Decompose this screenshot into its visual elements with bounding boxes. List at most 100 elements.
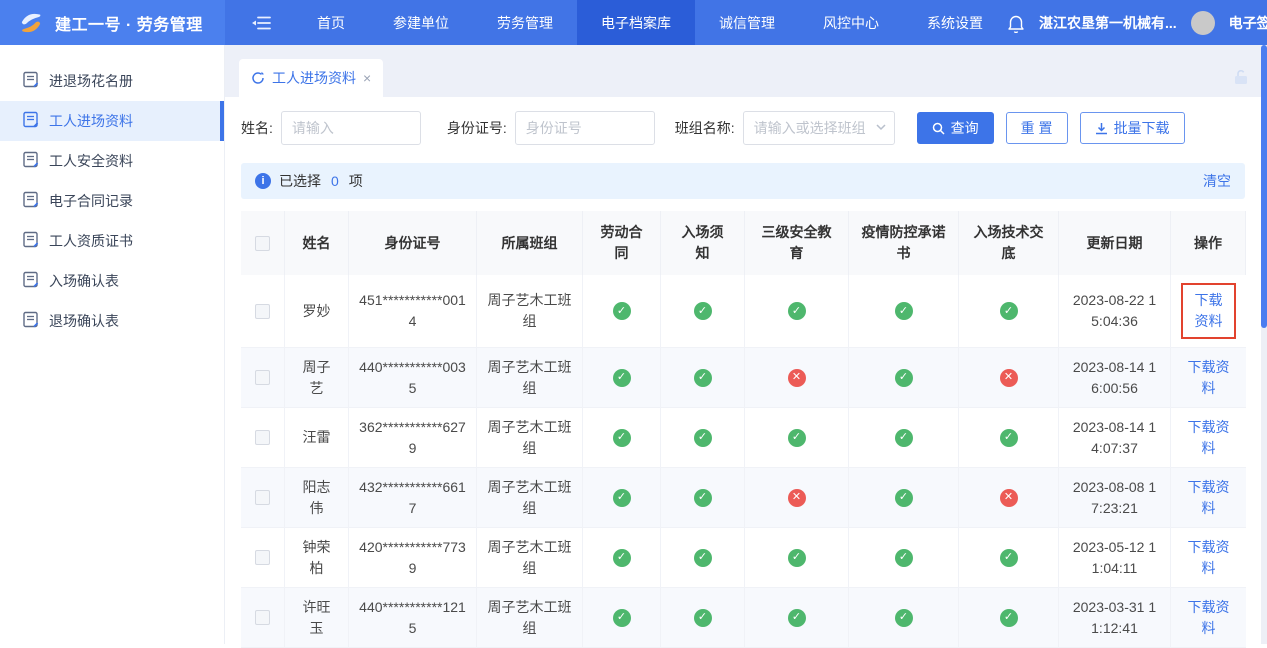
filter-row: 姓名: 身份证号: 班组名称: 查询 重 置 批量下载 <box>241 97 1245 157</box>
id-filter-input[interactable] <box>515 111 655 145</box>
tab-close-icon[interactable]: × <box>363 71 371 85</box>
nav-item-home[interactable]: 首页 <box>293 0 369 45</box>
nav-item-system-settings[interactable]: 系统设置 <box>903 0 1007 45</box>
nav-item-integrity-management[interactable]: 诚信管理 <box>695 0 799 45</box>
download-link[interactable]: 下载资料 <box>1181 597 1236 639</box>
refresh-icon[interactable] <box>251 71 265 85</box>
column-header: 姓名 <box>285 211 349 275</box>
selection-count: 0 <box>331 173 339 189</box>
tab-bar: 工人进场资料 × <box>225 45 1261 97</box>
name-filter-label: 姓名: <box>241 118 273 138</box>
check-icon: ✓ <box>613 489 631 507</box>
document-icon <box>22 111 39 131</box>
status-cell: ✓ <box>745 588 849 648</box>
search-button[interactable]: 查询 <box>917 112 994 144</box>
tab-worker-entry-files[interactable]: 工人进场资料 × <box>239 59 383 97</box>
tab-label: 工人进场资料 <box>272 68 356 88</box>
sidebar-item-entry-confirmation[interactable]: 入场确认表 <box>0 261 224 301</box>
name-cell: 阳志伟 <box>285 468 349 528</box>
menu-fold-icon[interactable] <box>225 0 293 45</box>
reset-button[interactable]: 重 置 <box>1006 112 1068 144</box>
status-cell: ✓ <box>849 408 959 468</box>
status-cell: ✓ <box>583 528 661 588</box>
avatar[interactable] <box>1191 11 1215 35</box>
sidebar-item-worker-certificates[interactable]: 工人资质证书 <box>0 221 224 261</box>
status-cell: ✓ <box>661 528 745 588</box>
sidebar-item-label: 工人资质证书 <box>49 231 133 251</box>
status-cell: ✓ <box>583 588 661 648</box>
name-cell: 汪雷 <box>285 408 349 468</box>
download-link[interactable]: 下载资料 <box>1181 357 1236 399</box>
column-header: 更新日期 <box>1059 211 1171 275</box>
download-link[interactable]: 下载资料 <box>1181 417 1236 459</box>
check-icon: ✓ <box>613 429 631 447</box>
team-select[interactable] <box>743 111 895 145</box>
check-icon: ✓ <box>788 549 806 567</box>
clear-selection-link[interactable]: 清空 <box>1203 171 1231 191</box>
sidebar-item-worker-safety-files[interactable]: 工人安全资料 <box>0 141 224 181</box>
update-date-cell: 2023-05-12 11:04:11 <box>1059 528 1171 588</box>
sidebar-item-entry-exit-roster[interactable]: 进退场花名册 <box>0 61 224 101</box>
row-checkbox[interactable] <box>255 610 270 625</box>
sidebar-item-e-contract-records[interactable]: 电子合同记录 <box>0 181 224 221</box>
id-number-cell: 440***********1215 <box>349 588 477 648</box>
check-icon: ✓ <box>694 369 712 387</box>
cross-icon: ✕ <box>1000 369 1018 387</box>
row-checkbox[interactable] <box>255 430 270 445</box>
status-cell: ✓ <box>745 408 849 468</box>
user-role[interactable]: 电子签分包劳务员 <box>1229 13 1267 33</box>
name-cell: 罗妙 <box>285 275 349 348</box>
row-checkbox[interactable] <box>255 370 270 385</box>
team-cell: 周子艺木工班组 <box>477 348 583 408</box>
nav-item-risk-control-center[interactable]: 风控中心 <box>799 0 903 45</box>
sidebar-item-exit-confirmation[interactable]: 退场确认表 <box>0 301 224 341</box>
batch-download-button[interactable]: 批量下载 <box>1080 112 1185 144</box>
sidebar-item-worker-entry-files[interactable]: 工人进场资料 <box>0 101 224 141</box>
status-cell: ✓ <box>583 408 661 468</box>
check-icon: ✓ <box>613 302 631 320</box>
check-icon: ✓ <box>613 549 631 567</box>
id-filter-label: 身份证号: <box>447 118 507 138</box>
nav-item-e-archive[interactable]: 电子档案库 <box>577 0 695 45</box>
team-select-input[interactable] <box>743 111 895 145</box>
company-name[interactable]: 湛江农垦第一机械有... <box>1039 13 1177 33</box>
name-filter-input[interactable] <box>281 111 421 145</box>
column-header: 入场技术交底 <box>959 211 1059 275</box>
name-cell: 钟荣柏 <box>285 528 349 588</box>
table-row: 罗妙451***********0014周子艺木工班组✓✓✓✓✓2023-08-… <box>241 275 1245 348</box>
table-row: 阳志伟432***********6617周子艺木工班组✓✓✕✓✕2023-08… <box>241 468 1245 528</box>
check-icon: ✓ <box>613 369 631 387</box>
nav-item-participating-units[interactable]: 参建单位 <box>369 0 473 45</box>
select-all-checkbox[interactable] <box>255 236 270 251</box>
sidebar-item-label: 工人安全资料 <box>49 151 133 171</box>
row-checkbox[interactable] <box>255 304 270 319</box>
header-right: 湛江农垦第一机械有... 电子签分包劳务员 <box>1007 0 1267 45</box>
status-cell: ✕ <box>959 468 1059 528</box>
row-checkbox[interactable] <box>255 550 270 565</box>
check-icon: ✓ <box>895 549 913 567</box>
download-link[interactable]: 下载资料 <box>1195 292 1223 329</box>
action-cell: 下载资料 <box>1171 468 1246 528</box>
update-date-cell: 2023-08-22 15:04:36 <box>1059 275 1171 348</box>
table-row: 钟荣柏420***********7739周子艺木工班组✓✓✓✓✓2023-05… <box>241 528 1245 588</box>
column-header: 操作 <box>1171 211 1246 275</box>
name-cell: 许旺玉 <box>285 588 349 648</box>
check-icon: ✓ <box>694 429 712 447</box>
selection-bar: i 已选择0项 清空 <box>241 163 1245 199</box>
lock-icon[interactable] <box>1231 67 1251 87</box>
status-cell: ✓ <box>661 348 745 408</box>
download-link[interactable]: 下载资料 <box>1181 537 1236 579</box>
team-cell: 周子艺木工班组 <box>477 468 583 528</box>
scrollbar-track[interactable] <box>1261 45 1267 644</box>
download-link[interactable]: 下载资料 <box>1181 477 1236 519</box>
check-icon: ✓ <box>788 429 806 447</box>
notification-bell-icon[interactable] <box>1007 13 1025 33</box>
document-icon <box>22 71 39 91</box>
column-header: 入场须知 <box>661 211 745 275</box>
nav-item-labor-management[interactable]: 劳务管理 <box>473 0 577 45</box>
team-cell: 周子艺木工班组 <box>477 528 583 588</box>
action-cell: 下载资料 <box>1171 528 1246 588</box>
row-checkbox[interactable] <box>255 490 270 505</box>
scrollbar-thumb[interactable] <box>1261 45 1267 328</box>
status-cell: ✓ <box>959 275 1059 348</box>
